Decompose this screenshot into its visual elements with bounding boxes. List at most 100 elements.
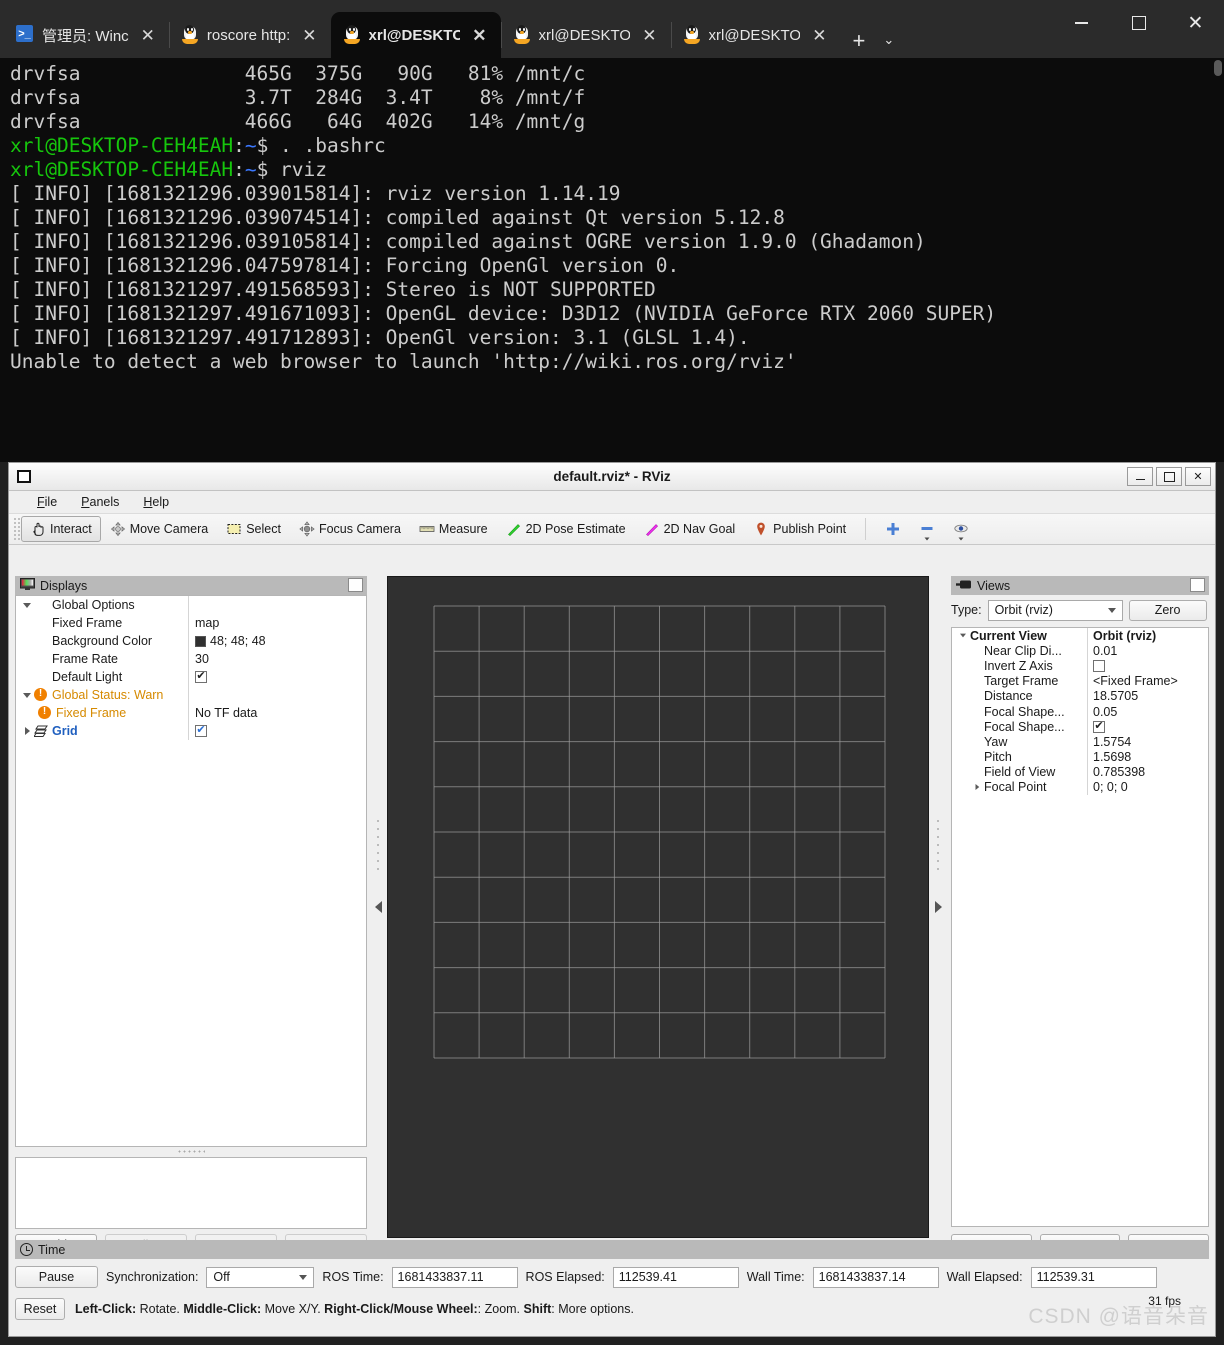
views-row[interactable]: Invert Z Axis <box>952 658 1208 673</box>
view-type-select[interactable]: Orbit (rviz) <box>988 600 1123 621</box>
views-row-value[interactable]: 1.5754 <box>1087 734 1208 749</box>
pause-button[interactable]: Pause <box>15 1266 98 1288</box>
menu-file[interactable]: File <box>25 493 69 511</box>
terminal-tab-1[interactable]: roscore http: ✕ <box>169 12 331 58</box>
tool-2d-pose-estimate[interactable]: 2D Pose Estimate <box>497 516 635 542</box>
views-row-value[interactable]: 0.05 <box>1087 704 1208 719</box>
chevron-down-icon[interactable] <box>20 693 34 698</box>
chevron-down-icon[interactable] <box>958 634 969 638</box>
camera-icon <box>956 579 972 593</box>
displays-splitter[interactable] <box>15 1148 367 1155</box>
terminal-tab-4[interactable]: xrl@DESKTO ✕ <box>671 12 841 58</box>
view-type-value: Orbit (rviz) <box>995 603 1053 617</box>
tree-row-grid[interactable]: Grid <box>16 722 366 740</box>
chevron-right-icon[interactable] <box>972 784 983 790</box>
tree-row[interactable]: Default Light <box>16 668 366 686</box>
collapse-left-arrow-icon[interactable] <box>375 901 382 913</box>
views-row[interactable]: Pitch 1.5698 <box>952 750 1208 765</box>
tool-interact[interactable]: Interact <box>21 516 101 542</box>
menu-panels[interactable]: Panels <box>69 493 131 511</box>
tree-row[interactable]: Fixed Frame map <box>16 614 366 632</box>
views-row-value[interactable] <box>1087 719 1208 734</box>
displays-tree[interactable]: Global Options Fixed Frame map <box>15 595 367 1147</box>
chevron-down-icon[interactable] <box>20 603 34 608</box>
views-row[interactable]: Focal Point 0; 0; 0 <box>952 780 1208 795</box>
views-row-value[interactable]: 18.5705 <box>1087 689 1208 704</box>
views-row[interactable]: Field of View 0.785398 <box>952 765 1208 780</box>
terminal-tab-3[interactable]: xrl@DESKTO ✕ <box>501 12 671 58</box>
views-row-value[interactable]: 0.01 <box>1087 643 1208 658</box>
views-row[interactable]: Focal Shape... 0.05 <box>952 704 1208 719</box>
tool-select[interactable]: Select <box>217 516 290 542</box>
terminal-tab-0[interactable]: >_ 管理员: Winc ✕ <box>4 12 169 58</box>
default-light-checkbox[interactable] <box>195 671 207 683</box>
rviz-minimize-button[interactable] <box>1127 467 1153 486</box>
wall-elapsed-field[interactable]: 112539.31 <box>1031 1267 1157 1288</box>
chevron-down-icon[interactable]: ⌄ <box>877 32 904 58</box>
tree-row-left: Default Light <box>16 668 188 686</box>
views-row[interactable]: Current View Orbit (rviz) <box>952 628 1208 643</box>
collapse-right-arrow-icon[interactable] <box>935 901 942 913</box>
synchronization-select[interactable]: Off <box>206 1267 314 1288</box>
tree-row[interactable]: Global Options <box>16 596 366 614</box>
menu-help[interactable]: Help <box>131 493 181 511</box>
new-tab-button[interactable]: + <box>841 30 878 58</box>
tree-row[interactable]: Background Color 48; 48; 48 <box>16 632 366 650</box>
tree-row-value[interactable] <box>188 668 366 686</box>
close-icon[interactable]: ✕ <box>1167 0 1224 46</box>
tree-row-value[interactable]: 48; 48; 48 <box>188 632 366 650</box>
invert-z-axis-checkbox[interactable] <box>1093 660 1105 672</box>
wall-time-field[interactable]: 1681433837.14 <box>813 1267 939 1288</box>
remove-tool-button[interactable] <box>910 516 944 542</box>
tool-2d-nav-goal[interactable]: 2D Nav Goal <box>635 516 745 542</box>
views-tree[interactable]: Current View Orbit (rviz) Near Clip Di..… <box>951 627 1209 1227</box>
tab-close-icon[interactable]: ✕ <box>808 25 830 46</box>
focal-shape-checkbox[interactable] <box>1093 721 1105 733</box>
views-row[interactable]: Target Frame <Fixed Frame> <box>952 674 1208 689</box>
displays-float-button[interactable] <box>348 578 363 592</box>
left-splitter-handle[interactable] <box>371 576 385 1238</box>
views-row-value[interactable]: <Fixed Frame> <box>1087 674 1208 689</box>
visibility-button[interactable] <box>944 516 978 542</box>
tree-row-value[interactable] <box>188 722 366 740</box>
views-row-value[interactable]: 0.785398 <box>1087 765 1208 780</box>
add-tool-button[interactable] <box>876 516 910 542</box>
rviz-close-button[interactable]: ✕ <box>1185 467 1211 486</box>
tab-close-icon[interactable]: ✕ <box>137 25 159 46</box>
zero-button[interactable]: Zero <box>1129 600 1207 621</box>
tree-row-value[interactable]: map <box>188 614 366 632</box>
views-row-value[interactable]: 1.5698 <box>1087 750 1208 765</box>
reset-button[interactable]: Reset <box>15 1298 65 1320</box>
ros-elapsed-field[interactable]: 112539.41 <box>613 1267 739 1288</box>
ros-time-field[interactable]: 1681433837.11 <box>392 1267 518 1288</box>
tree-row[interactable]: ! Global Status: Warn <box>16 686 366 704</box>
views-row[interactable]: Near Clip Di... 0.01 <box>952 643 1208 658</box>
tool-publish-point[interactable]: Publish Point <box>744 516 855 542</box>
views-row[interactable]: Focal Shape... <box>952 719 1208 734</box>
terminal-output[interactable]: drvfsa 465G 375G 90G 81% /mnt/cdrvfsa 3.… <box>0 58 1224 462</box>
terminal-scrollbar[interactable] <box>1214 60 1222 76</box>
toolbar-grip[interactable] <box>13 517 21 541</box>
chevron-right-icon[interactable] <box>20 727 34 735</box>
tree-row-value[interactable]: 30 <box>188 650 366 668</box>
rviz-maximize-button[interactable] <box>1156 467 1182 486</box>
grid-enabled-checkbox[interactable] <box>195 725 207 737</box>
tab-close-icon[interactable]: ✕ <box>298 25 320 46</box>
right-splitter-handle[interactable] <box>931 576 945 1238</box>
views-row[interactable]: Distance 18.5705 <box>952 689 1208 704</box>
tool-move-camera[interactable]: Move Camera <box>101 516 218 542</box>
views-row[interactable]: Yaw 1.5754 <box>952 734 1208 749</box>
rviz-3d-viewport[interactable] <box>387 576 929 1238</box>
views-float-button[interactable] <box>1190 578 1205 592</box>
tool-measure[interactable]: Measure <box>410 516 497 542</box>
views-row-value[interactable] <box>1087 658 1208 673</box>
maximize-icon[interactable] <box>1110 0 1167 46</box>
views-row-value[interactable]: 0; 0; 0 <box>1087 780 1208 795</box>
minimize-icon[interactable] <box>1053 0 1110 46</box>
tree-row[interactable]: Frame Rate 30 <box>16 650 366 668</box>
tab-close-icon[interactable]: ✕ <box>468 25 490 46</box>
tree-row[interactable]: ! Fixed Frame No TF data <box>16 704 366 722</box>
tool-focus-camera[interactable]: Focus Camera <box>290 516 410 542</box>
terminal-tab-2-active[interactable]: xrl@DESKTC ✕ <box>331 12 501 58</box>
tab-close-icon[interactable]: ✕ <box>638 25 660 46</box>
